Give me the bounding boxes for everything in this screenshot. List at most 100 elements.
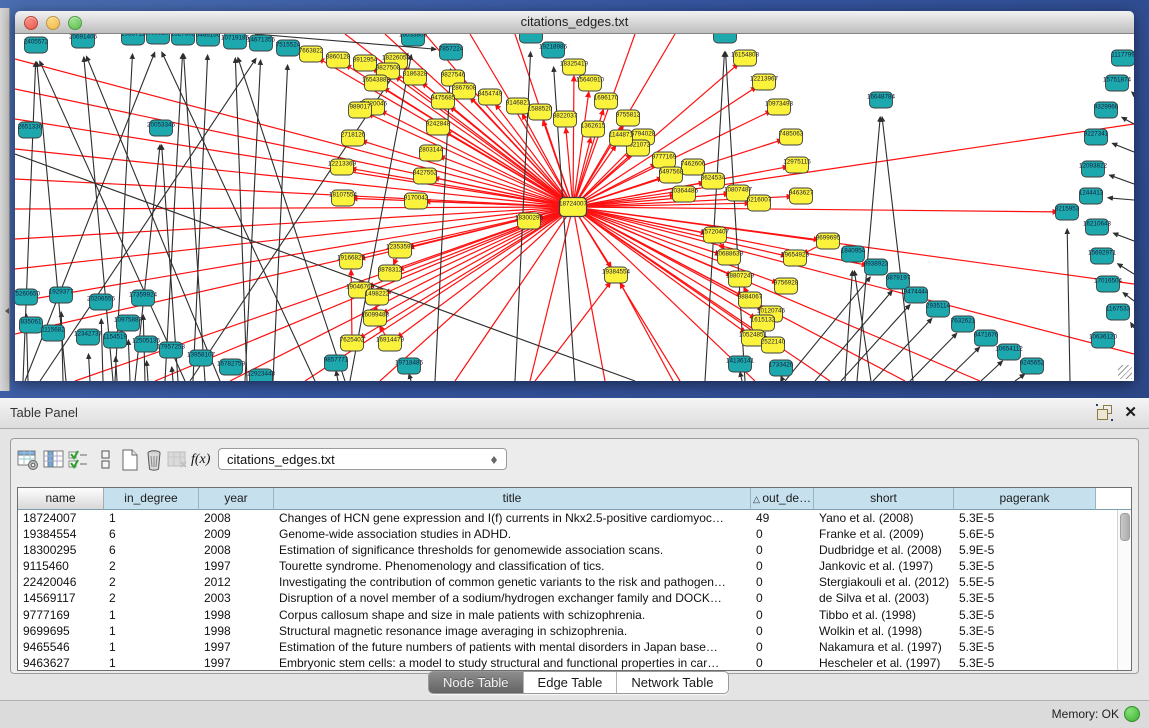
graph-edge[interactable]	[1112, 143, 1134, 152]
graph-edge[interactable]	[573, 207, 1134, 354]
graph-edge[interactable]	[439, 156, 573, 207]
graph-edge[interactable]	[128, 340, 130, 381]
graph-edge[interactable]	[841, 305, 910, 381]
table-scrollbar-thumb[interactable]	[1120, 513, 1130, 541]
graph-edge[interactable]	[573, 92, 589, 207]
table-row[interactable]: 1456911722003Disruption of a novel membe…	[18, 590, 1118, 606]
table-cell[interactable]: Embryonic stem cells: a model to study s…	[274, 655, 751, 671]
table-cell[interactable]: 0	[751, 655, 814, 671]
table-cell[interactable]: Wolkin et al. (1998)	[814, 623, 954, 639]
graph-edge[interactable]	[1118, 264, 1134, 274]
graph-edge[interactable]	[910, 333, 957, 381]
graph-edge[interactable]	[535, 282, 611, 381]
table-cell[interactable]: 9115460	[18, 558, 104, 574]
network-window-titlebar[interactable]: citations_edges.txt	[15, 11, 1134, 34]
table-cell[interactable]: 0	[751, 574, 814, 590]
combo-stepper-icon[interactable]	[490, 452, 499, 468]
table-cell[interactable]: 9465546	[18, 639, 104, 655]
tab-node-table[interactable]: Node Table	[429, 672, 523, 693]
graph-edge[interactable]	[573, 76, 574, 207]
column-header-title[interactable]: title	[274, 488, 751, 510]
close-panel-icon[interactable]: ✕	[1124, 405, 1137, 420]
graph-edge[interactable]	[116, 357, 117, 381]
table-body[interactable]: 1872400712008Changes of HCN gene express…	[18, 510, 1118, 670]
table-cell[interactable]: 0	[751, 542, 814, 558]
table-row[interactable]: 911546021997Tourette syndrome. Phenomeno…	[18, 558, 1118, 574]
table-cell[interactable]: Hescheler et al. (1997)	[814, 655, 954, 671]
table-row[interactable]: 946554611997Estimation of the future num…	[18, 639, 1118, 655]
table-cell[interactable]: 22420046	[18, 574, 104, 590]
graph-edge[interactable]	[740, 372, 742, 381]
graph-edge[interactable]	[40, 58, 256, 381]
table-cell[interactable]: 0	[751, 558, 814, 574]
network-canvas[interactable]: 2405572206914061935711105532871527602646…	[15, 34, 1134, 381]
table-cell[interactable]: Structural magnetic resonance image aver…	[274, 623, 751, 639]
column-header-outde[interactable]: △ out_de…	[751, 488, 814, 510]
new-column-icon[interactable]	[119, 449, 141, 471]
graph-edge[interactable]	[409, 374, 411, 381]
table-cell[interactable]: 0	[751, 639, 814, 655]
graph-edge[interactable]	[1131, 323, 1134, 328]
table-cell[interactable]: 2009	[199, 526, 274, 542]
table-cell[interactable]: 2	[104, 590, 199, 606]
table-cell[interactable]: 2008	[199, 542, 274, 558]
column-header-short[interactable]: short	[814, 488, 954, 510]
table-cell[interactable]: 1	[104, 655, 199, 671]
table-cell[interactable]: 5.9E-5	[954, 542, 1096, 558]
close-window-button[interactable]	[24, 16, 38, 30]
column-header-pagerank[interactable]: pagerank	[954, 488, 1096, 510]
table-cell[interactable]: 2012	[199, 574, 274, 590]
tab-network-table[interactable]: Network Table	[616, 672, 727, 693]
graph-edge[interactable]	[781, 376, 783, 381]
graph-edge[interactable]	[15, 207, 573, 209]
table-cell[interactable]: 0	[751, 526, 814, 542]
table-cell[interactable]: 6	[104, 526, 199, 542]
table-cell[interactable]: 1	[104, 607, 199, 623]
select-columns-icon[interactable]	[67, 449, 89, 471]
row-height-icon[interactable]	[95, 449, 117, 471]
graph-edge[interactable]	[238, 58, 345, 381]
graph-edge[interactable]	[981, 361, 1002, 381]
graph-edge[interactable]	[184, 54, 205, 381]
column-header-name[interactable]: name	[18, 488, 104, 510]
table-cell[interactable]: 5.3E-5	[954, 607, 1096, 623]
graph-edge[interactable]	[945, 347, 980, 381]
table-cell[interactable]: Changes of HCN gene expression and I(f) …	[274, 510, 751, 526]
table-cell[interactable]: Genome-wide association studies in ADHD.	[274, 526, 751, 542]
graph-edge[interactable]	[1113, 233, 1134, 241]
table-cell[interactable]: 18724007	[18, 510, 104, 526]
table-cell[interactable]: 2	[104, 574, 199, 590]
table-cell[interactable]: 1998	[199, 607, 274, 623]
graph-edge[interactable]	[235, 58, 247, 381]
minimize-window-button[interactable]	[46, 16, 60, 30]
citation-network-graph[interactable]: 2405572206914061935711105532871527602646…	[15, 34, 1134, 381]
table-cell[interactable]: Jankovic et al. (1997)	[814, 558, 954, 574]
column-header-indegree[interactable]: in_degree	[104, 488, 199, 510]
table-panel-header[interactable]: Table Panel ✕	[0, 398, 1149, 429]
table-cell[interactable]: Dudbridge et al. (2008)	[814, 542, 954, 558]
graph-edge[interactable]	[88, 354, 90, 381]
graph-edge[interactable]	[245, 60, 261, 381]
table-cell[interactable]: Corpus callosum shape and size in male p…	[274, 607, 751, 623]
table-cell[interactable]: 5.3E-5	[954, 510, 1096, 526]
graph-edge[interactable]	[147, 361, 148, 381]
table-row[interactable]: 1872400712008Changes of HCN gene express…	[18, 510, 1118, 526]
table-row[interactable]: 1938455462009Genome-wide association stu…	[18, 526, 1118, 542]
table-cell[interactable]: 18300295	[18, 542, 104, 558]
table-cell[interactable]: 5.3E-5	[954, 623, 1096, 639]
table-cell[interactable]: 9699695	[18, 623, 104, 639]
graph-edge[interactable]	[1067, 229, 1070, 381]
table-row[interactable]: 977716911998Corpus callosum shape and si…	[18, 607, 1118, 623]
table-cell[interactable]: 9777169	[18, 607, 104, 623]
table-cell[interactable]: 5.5E-5	[954, 574, 1096, 590]
table-cell[interactable]: 6	[104, 542, 199, 558]
table-row[interactable]: 969969511998Structural magnetic resonanc…	[18, 623, 1118, 639]
table-scrollbar[interactable]	[1117, 510, 1131, 670]
table-cell[interactable]: Disruption of a novel member of a sodium…	[274, 590, 751, 606]
table-cell[interactable]: 1	[104, 510, 199, 526]
table-cell[interactable]: 5.3E-5	[954, 558, 1096, 574]
table-cell[interactable]: Tourette syndrome. Phenomenology and cla…	[274, 558, 751, 574]
tab-edge-table[interactable]: Edge Table	[523, 672, 617, 693]
function-builder-icon[interactable]: f(x)	[191, 449, 219, 471]
table-type-tabs[interactable]: Node TableEdge TableNetwork Table	[428, 671, 729, 694]
